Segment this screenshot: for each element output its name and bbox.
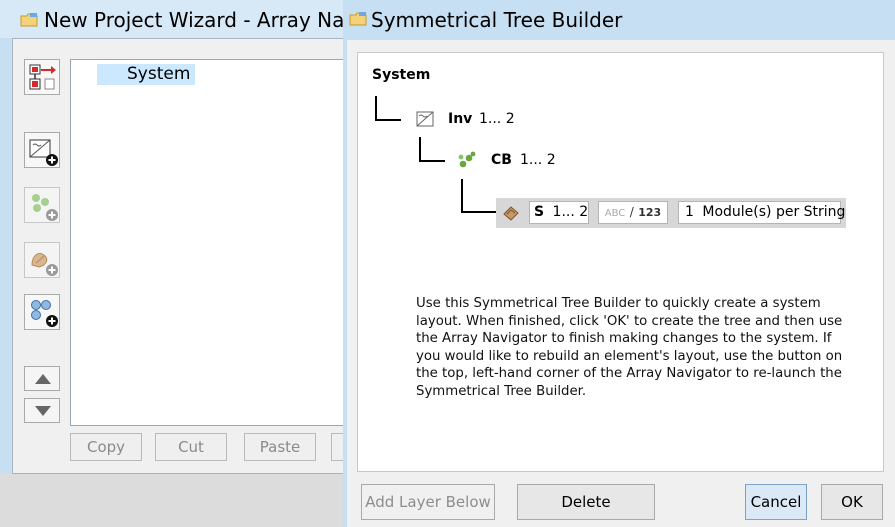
add-layer-below-button[interactable]: Add Layer Below	[361, 484, 495, 520]
string-name: S	[534, 204, 545, 220]
string-icon	[503, 206, 519, 221]
tree-connector	[419, 160, 445, 162]
naming-abc-label: ABC	[604, 208, 626, 219]
delete-button[interactable]: Delete	[517, 484, 655, 520]
inverter-range[interactable]: 1... 2	[479, 111, 515, 127]
tree-builder-panel: System Inv 1... 2 CB 1... 2 S 1... 2 ABC…	[357, 52, 884, 472]
array-navigator-tree[interactable]: System	[70, 59, 360, 426]
modules-per-string-label: Module(s) per String	[702, 204, 846, 220]
tree-builder-icon	[29, 64, 56, 90]
add-string-button[interactable]	[24, 242, 60, 278]
inverter-icon	[416, 111, 434, 127]
triangle-up-icon	[35, 374, 51, 384]
launch-tree-builder-button[interactable]	[24, 59, 60, 95]
new-project-wizard-window: New Project Wizard - Array Navigator Sys…	[0, 0, 415, 527]
modules-per-string-field[interactable]: 1 Module(s) per String	[678, 201, 845, 224]
paste-button[interactable]: Paste	[244, 433, 316, 461]
wizard-footer	[0, 474, 360, 527]
wizard-title-bar: New Project Wizard - Array Navigator	[0, 0, 415, 38]
string-node-row[interactable]: S 1... 2 ABC / 123 1 Module(s) per Strin…	[496, 198, 846, 228]
cut-button[interactable]: Cut	[155, 433, 227, 461]
naming-123-label: 123	[638, 206, 662, 219]
move-down-button[interactable]	[24, 398, 60, 423]
copy-button[interactable]: Copy	[70, 433, 142, 461]
naming-toggle[interactable]: ABC / 123	[598, 201, 668, 224]
tree-root-system: System	[372, 67, 431, 83]
dialog-title: Symmetrical Tree Builder	[371, 8, 623, 32]
add-inverter-icon	[29, 139, 58, 166]
tree-connector	[461, 179, 463, 212]
add-combiner-box-button[interactable]	[24, 187, 60, 223]
add-combiner-box-icon	[32, 194, 58, 221]
string-range: 1... 2	[552, 204, 589, 220]
triangle-down-icon	[35, 406, 51, 416]
folder-icon	[20, 13, 38, 27]
add-module-group-button[interactable]	[24, 294, 60, 330]
string-range-field[interactable]: S 1... 2	[529, 201, 589, 224]
add-inverter-button[interactable]	[24, 132, 60, 168]
tree-connector	[375, 119, 401, 121]
ok-button[interactable]: OK	[821, 484, 883, 520]
tree-connector	[419, 137, 421, 161]
instructions-text: Use this Symmetrical Tree Builder to qui…	[416, 296, 843, 399]
cancel-button[interactable]: Cancel	[745, 484, 807, 520]
combiner-box-icon	[458, 151, 476, 168]
combiner-name: CB	[491, 152, 512, 168]
symmetrical-tree-builder-dialog: Symmetrical Tree Builder System Inv 1...…	[343, 0, 895, 527]
wizard-client-area: System Copy Cut Paste	[12, 38, 371, 474]
tree-item-system[interactable]: System	[97, 64, 195, 85]
tree-connector	[375, 96, 377, 120]
tree-connector	[461, 211, 496, 213]
inverter-name: Inv	[448, 111, 473, 127]
move-up-button[interactable]	[24, 366, 60, 391]
dialog-client-area: System Inv 1... 2 CB 1... 2 S 1... 2 ABC…	[347, 40, 895, 527]
add-string-icon	[31, 252, 58, 276]
add-module-group-icon	[31, 300, 58, 327]
naming-separator: /	[629, 205, 634, 219]
combiner-range[interactable]: 1... 2	[520, 152, 556, 168]
dialog-title-bar: Symmetrical Tree Builder	[343, 0, 895, 40]
folder-icon	[349, 12, 367, 26]
modules-per-string-value[interactable]: 1	[679, 204, 694, 220]
